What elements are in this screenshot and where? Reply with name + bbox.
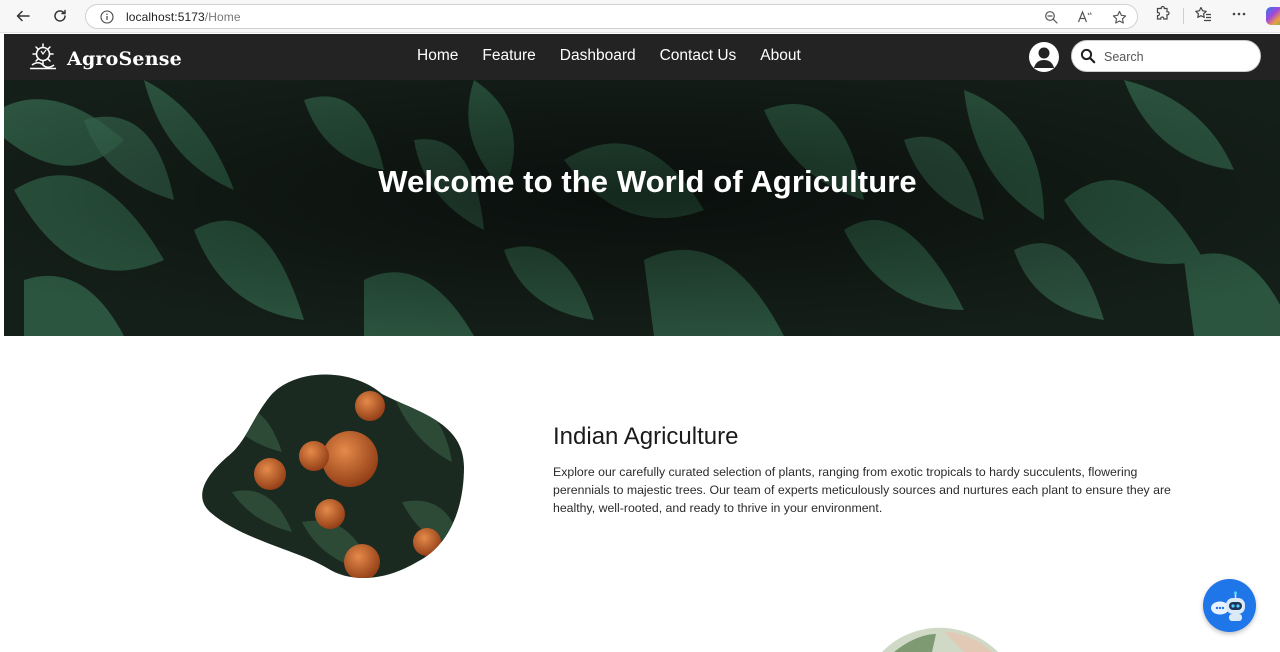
nav-home[interactable]: Home — [417, 47, 458, 65]
url-path: /Home — [204, 10, 241, 24]
favorite-star-icon[interactable] — [1110, 8, 1128, 26]
url-host: localhost:5173 — [126, 10, 205, 24]
search-input[interactable] — [1104, 47, 1254, 67]
url-text[interactable]: localhost:5173/Home — [126, 10, 241, 24]
site-navbar: AgroSense Home Feature Dashboard Contact… — [4, 34, 1280, 80]
search-field — [1071, 40, 1261, 72]
favorites-icon[interactable] — [1194, 5, 1212, 28]
brand-logo[interactable]: AgroSense — [28, 42, 182, 75]
hero-leaves-image — [4, 80, 1280, 336]
more-icon[interactable] — [1230, 5, 1248, 28]
address-bar[interactable]: localhost:5173/Home — [85, 4, 1138, 29]
section-title: Indian Agriculture — [553, 423, 739, 450]
hero-banner: Welcome to the World of Agriculture — [4, 80, 1280, 336]
brand-name: AgroSense — [67, 47, 182, 70]
zoom-out-icon[interactable] — [1042, 8, 1060, 26]
nav-feature[interactable]: Feature — [482, 47, 535, 65]
copilot-icon[interactable] — [1266, 7, 1280, 25]
toolbar-divider — [1183, 8, 1184, 24]
nav-contact-us[interactable]: Contact Us — [660, 47, 737, 65]
section-description: Explore our carefully curated selection … — [553, 465, 1171, 516]
reload-icon[interactable] — [47, 3, 73, 29]
back-arrow-icon[interactable] — [10, 3, 36, 29]
search-icon[interactable] — [1080, 48, 1096, 69]
logo-icon — [28, 42, 58, 75]
user-icon[interactable] — [1029, 42, 1059, 72]
extensions-icon[interactable] — [1153, 5, 1171, 28]
chatbot-button[interactable] — [1203, 579, 1256, 632]
hero-title: Welcome to the World of Agriculture — [378, 164, 917, 199]
second-blob-image — [882, 627, 998, 652]
chatbot-icon — [1211, 591, 1245, 621]
nav-dashboard[interactable]: Dashboard — [560, 47, 636, 65]
info-icon[interactable] — [100, 10, 114, 29]
nav-links: Home Feature Dashboard Contact Us About — [417, 47, 801, 65]
browser-toolbar: localhost:5173/Home — [0, 0, 1280, 33]
read-aloud-icon[interactable] — [1076, 8, 1094, 26]
content-section: Indian Agriculture Explore our carefully… — [4, 336, 1280, 652]
nav-about[interactable]: About — [760, 47, 801, 65]
oranges-blob-image — [202, 374, 465, 579]
